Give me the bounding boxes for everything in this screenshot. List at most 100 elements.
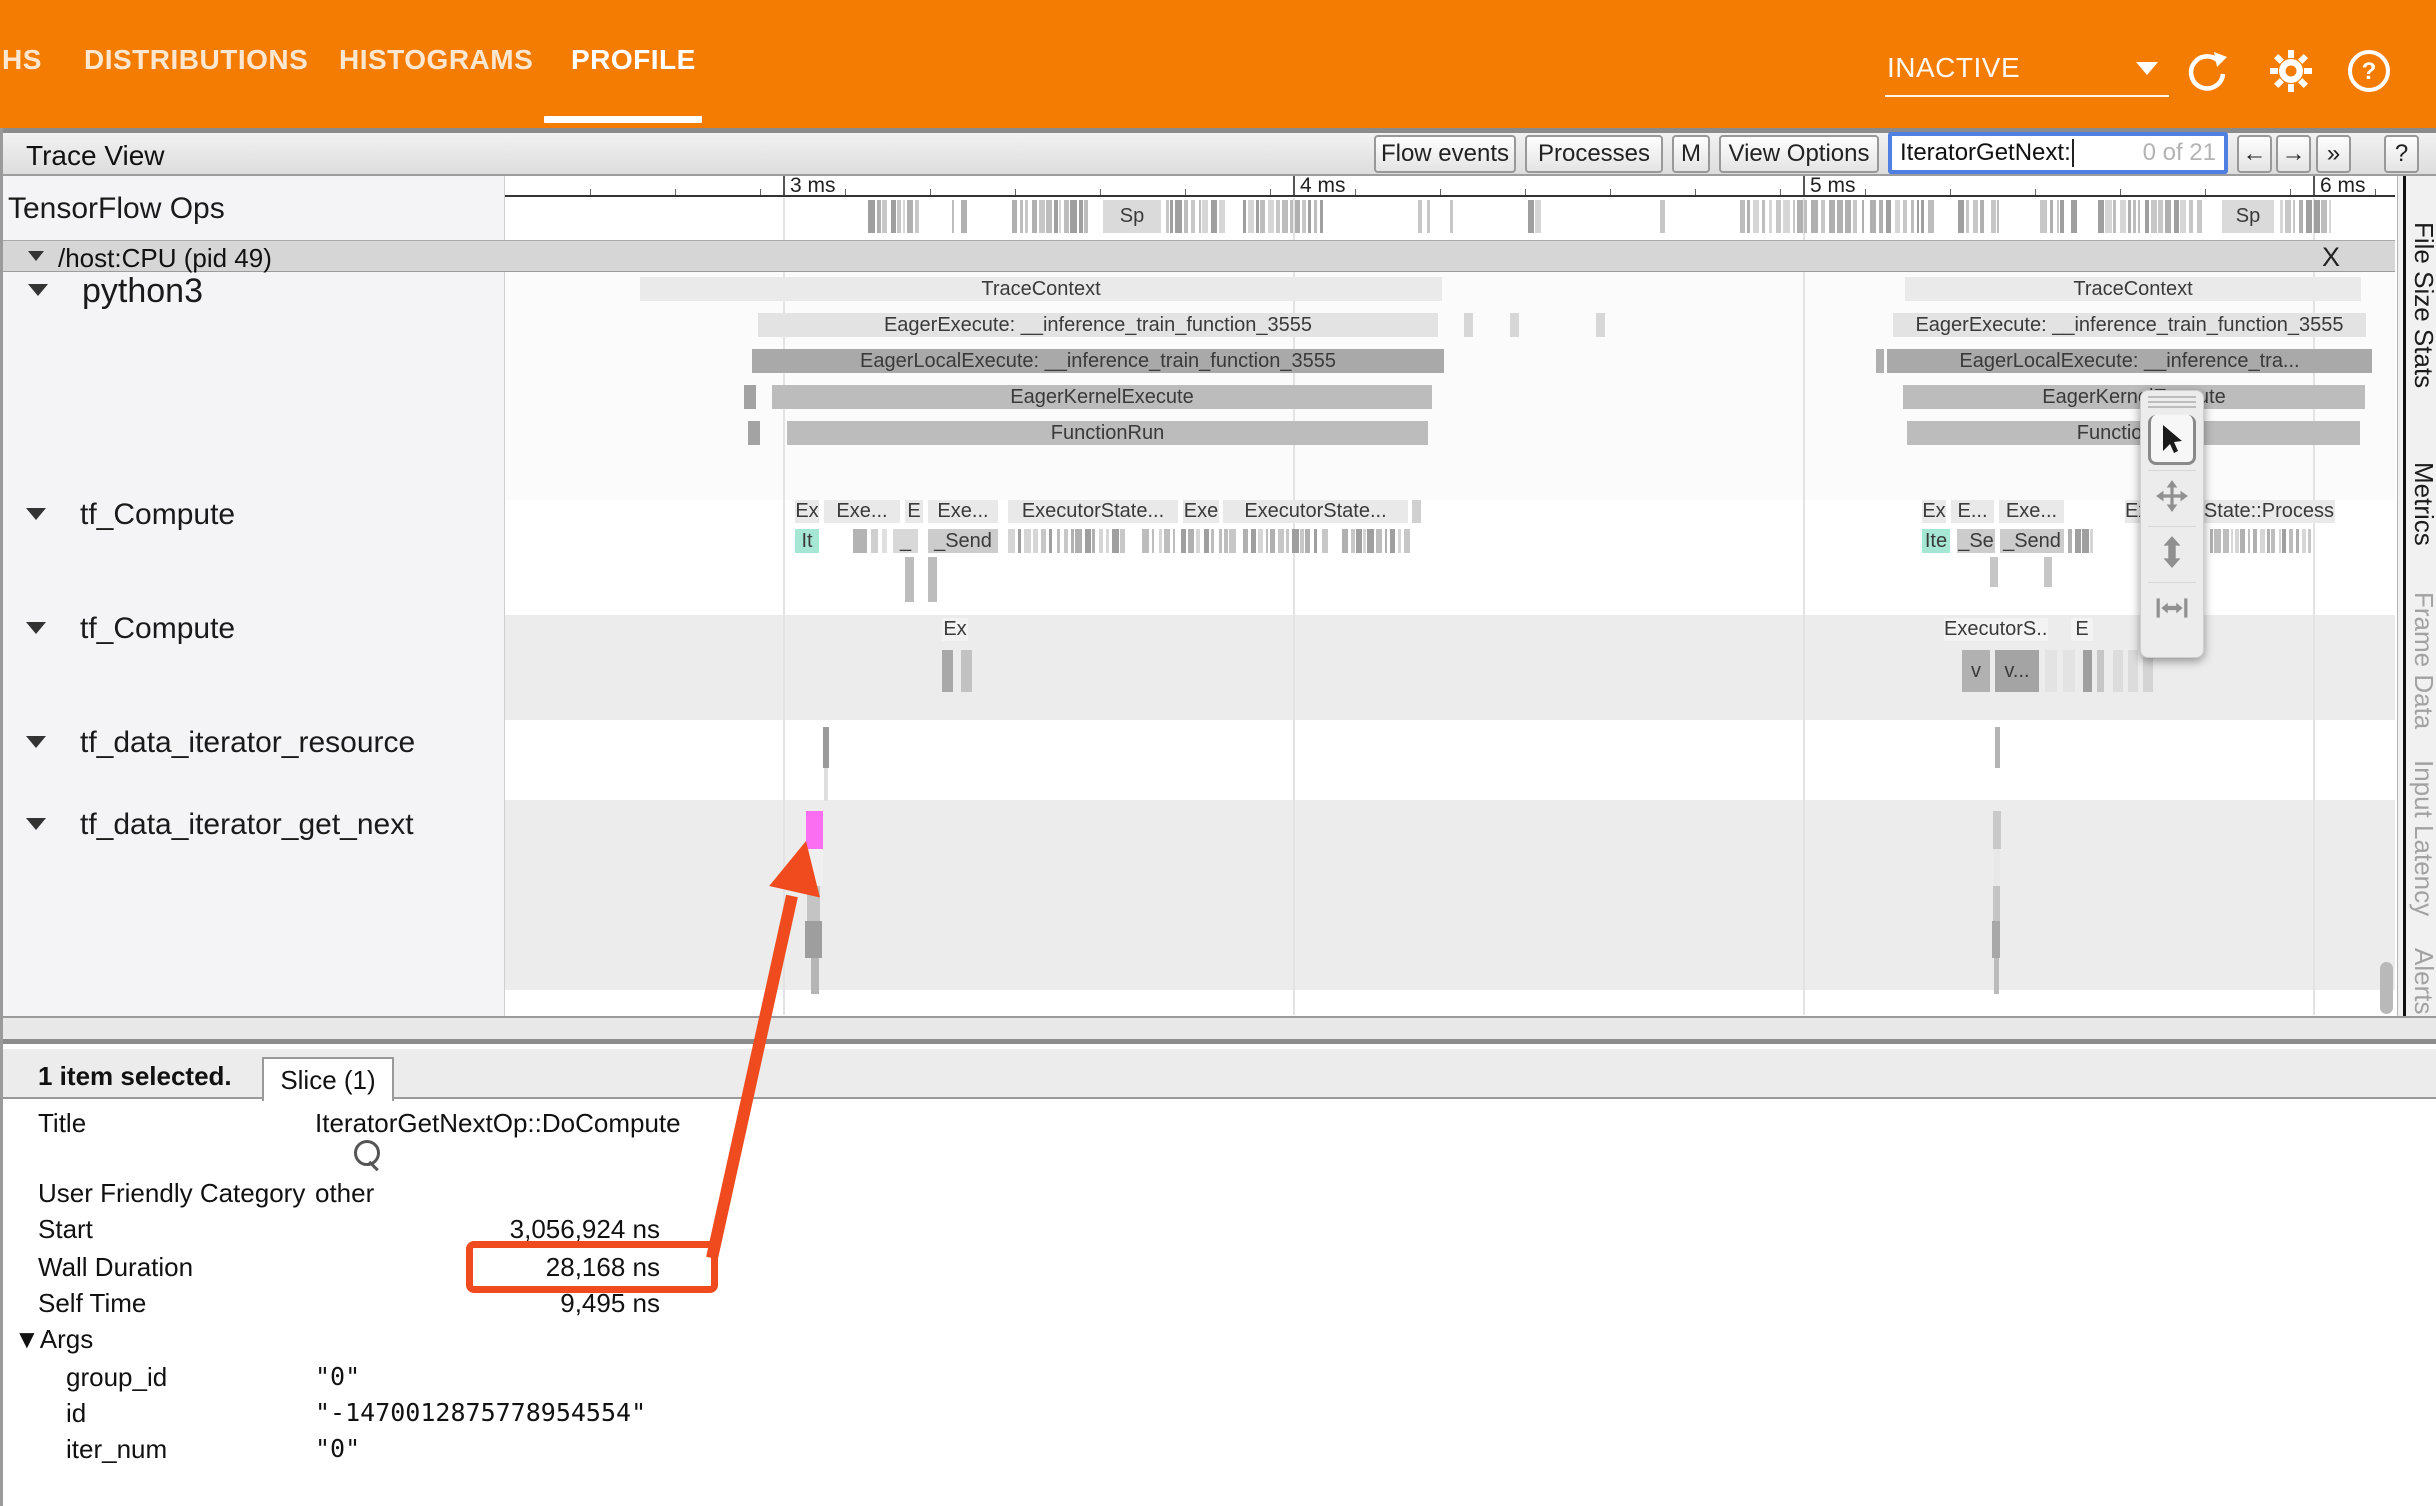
trace-tick-bar[interactable]: [2113, 200, 2116, 233]
trace-tick-bar[interactable]: [2285, 200, 2291, 233]
trace-slice[interactable]: [1993, 811, 2001, 849]
trace-slice[interactable]: [871, 529, 878, 553]
trace-tick-bar[interactable]: [1450, 200, 1453, 233]
toolbar-button-m[interactable]: M: [1672, 135, 1710, 173]
trace-tick-bar[interactable]: [2299, 200, 2303, 233]
search-input[interactable]: IteratorGetNext: 0 of 21: [1888, 132, 2228, 174]
trace-tick-bar[interactable]: [2145, 200, 2149, 233]
trace-tick-bar[interactable]: [903, 200, 905, 233]
trace-tick-bar[interactable]: [1302, 200, 1306, 233]
trace-slice[interactable]: Ex: [795, 500, 819, 523]
trace-slice[interactable]: [810, 849, 823, 886]
trace-tick-bar[interactable]: [1862, 200, 1864, 233]
trace-tick-bar[interactable]: [1211, 529, 1214, 553]
trace-tick-bar[interactable]: [2223, 529, 2229, 553]
trace-slice[interactable]: [805, 921, 822, 958]
trace-tick-bar[interactable]: [1112, 529, 1119, 553]
trace-tick-bar[interactable]: [1811, 200, 1818, 233]
palette-drag-handle[interactable]: [2148, 396, 2196, 410]
trace-tick-bar[interactable]: [1845, 200, 1851, 233]
toolbar-button-flow-events[interactable]: Flow events: [1374, 135, 1516, 173]
trace-tick-bar[interactable]: [1991, 200, 1996, 233]
side-tab-input-latency[interactable]: Input Latency: [2408, 760, 2436, 916]
trace-slice[interactable]: EagerLocalExecute: __inference_tra...: [1887, 349, 2372, 373]
refresh-icon[interactable]: [2184, 48, 2230, 94]
trace-tick-bar[interactable]: [1903, 200, 1907, 233]
trace-tick-bar[interactable]: [1202, 200, 1208, 233]
trace-tick-bar[interactable]: [1196, 529, 1200, 553]
trace-slice[interactable]: ExecutorState...: [1223, 500, 1408, 523]
trace-tick-bar[interactable]: [1363, 529, 1366, 553]
trace-tick-bar[interactable]: [1188, 529, 1194, 553]
trace-tick-bar[interactable]: [2151, 200, 2157, 233]
trace-tick-bar[interactable]: [2296, 529, 2299, 553]
trace-tick-bar[interactable]: [1018, 529, 1021, 553]
trace-tick-bar[interactable]: [1070, 200, 1077, 233]
trace-tick-bar[interactable]: [1829, 200, 1835, 233]
trace-slice[interactable]: [961, 650, 972, 692]
trace-tick-bar[interactable]: [2189, 200, 2193, 233]
trace-tick-bar[interactable]: [1041, 529, 1046, 553]
trace-tick-bar[interactable]: [1535, 200, 1541, 233]
trace-slice[interactable]: EagerKernelExecute: [772, 385, 1432, 409]
trace-tick-bar[interactable]: [1997, 200, 1999, 233]
trace-tick-bar[interactable]: [2098, 200, 2104, 233]
trace-tick-bar[interactable]: [2060, 200, 2064, 233]
trace-slice[interactable]: [824, 768, 828, 801]
trace-slice[interactable]: [1876, 349, 1884, 373]
trace-tick-bar[interactable]: [2050, 200, 2053, 233]
trace-slice[interactable]: [2045, 650, 2057, 692]
trace-tick-bar[interactable]: [1084, 200, 1088, 233]
collapse-arrow-icon[interactable]: [26, 818, 46, 830]
trace-tick-bar[interactable]: [1270, 529, 1275, 553]
trace-tick-bar[interactable]: [1181, 529, 1186, 553]
collapse-arrow-icon[interactable]: [26, 622, 46, 634]
nav-tab-distributions[interactable]: DISTRIBUTIONS: [84, 44, 284, 76]
trace-slice[interactable]: [1993, 886, 2000, 921]
trace-tick-bar[interactable]: [2138, 200, 2140, 233]
trace-tick-bar[interactable]: [1390, 529, 1395, 553]
trace-tick-bar[interactable]: [2253, 529, 2257, 553]
trace-tick-bar[interactable]: [1300, 529, 1304, 553]
trace-tick-bar[interactable]: [877, 200, 881, 233]
side-tab-file-size-stats[interactable]: File Size Stats: [2408, 222, 2436, 388]
trace-slice[interactable]: [1992, 921, 2000, 958]
trace-slice[interactable]: EagerExecute: __inference_train_function…: [1893, 313, 2366, 337]
nav-tab-histograms[interactable]: HISTOGRAMS: [339, 44, 517, 76]
trace-tick-bar[interactable]: [2289, 529, 2293, 553]
trace-tick-bar[interactable]: [1278, 529, 1284, 553]
trace-slice[interactable]: FunctionRun: [1907, 421, 2360, 445]
trace-tick-bar[interactable]: [2133, 200, 2136, 233]
trace-tick-bar[interactable]: [1958, 200, 1964, 233]
trace-tick-bar[interactable]: [2279, 529, 2281, 553]
side-tab-metrics[interactable]: Metrics: [2408, 462, 2436, 546]
trace-tick-bar[interactable]: [1740, 200, 1745, 233]
trace-tick-bar[interactable]: [1286, 529, 1289, 553]
trace-tick-bar[interactable]: [2071, 200, 2077, 233]
nav-tab-hs[interactable]: HS: [2, 44, 42, 76]
toolbar-button--[interactable]: →: [2276, 135, 2311, 173]
trace-tick-bar[interactable]: [1980, 200, 1984, 233]
toolbar-button--[interactable]: »: [2316, 135, 2351, 173]
trace-tick-bar[interactable]: [1769, 200, 1772, 233]
trace-slice[interactable]: EagerLocalExecute: __inference_train_fun…: [752, 349, 1444, 373]
trace-tick-bar[interactable]: [1367, 529, 1374, 553]
trace-slice[interactable]: Exe: [1183, 500, 1219, 523]
trace-slice[interactable]: [1990, 557, 1998, 587]
trace-tick-bar[interactable]: [1248, 200, 1254, 233]
trace-tick-bar[interactable]: [1266, 529, 1268, 553]
trace-tick-bar[interactable]: [1229, 529, 1236, 553]
trace-tick-bar[interactable]: [1099, 529, 1103, 553]
trace-slice[interactable]: Sp: [2222, 200, 2274, 233]
trace-tick-bar[interactable]: [2321, 200, 2327, 233]
trace-tick-bar[interactable]: [1376, 529, 1382, 553]
trace-tick-bar[interactable]: [2075, 529, 2081, 553]
trace-tick-bar[interactable]: [1342, 529, 1348, 553]
collapse-arrow-icon[interactable]: [28, 251, 44, 261]
trace-tick-bar[interactable]: [1256, 200, 1259, 233]
toolbar-button-view-options[interactable]: View Options: [1719, 135, 1879, 173]
trace-slice[interactable]: [1510, 313, 1519, 337]
trace-tick-bar[interactable]: [1049, 529, 1052, 553]
trace-tick-bar[interactable]: [1243, 529, 1248, 553]
trace-slice[interactable]: [942, 650, 953, 692]
